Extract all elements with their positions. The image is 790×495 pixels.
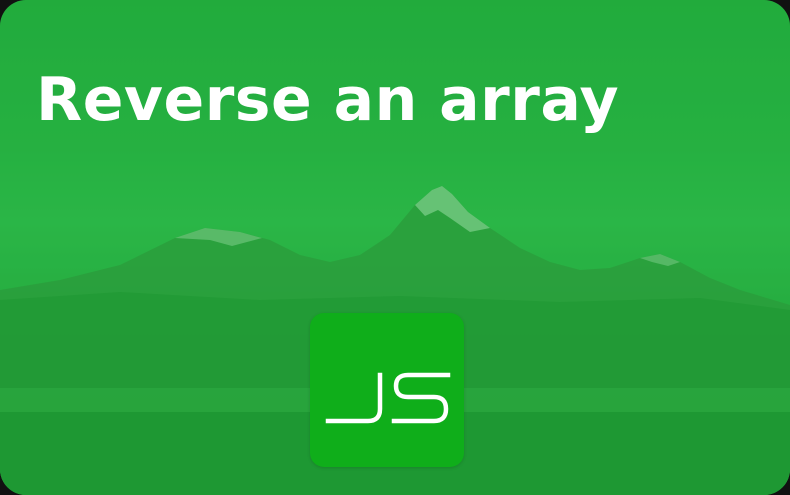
banner-title: Reverse an array xyxy=(36,65,620,135)
banner-card: Reverse an array JS xyxy=(0,0,790,495)
js-letters: JS xyxy=(325,372,451,424)
javascript-logo-icon: JS xyxy=(310,313,464,467)
